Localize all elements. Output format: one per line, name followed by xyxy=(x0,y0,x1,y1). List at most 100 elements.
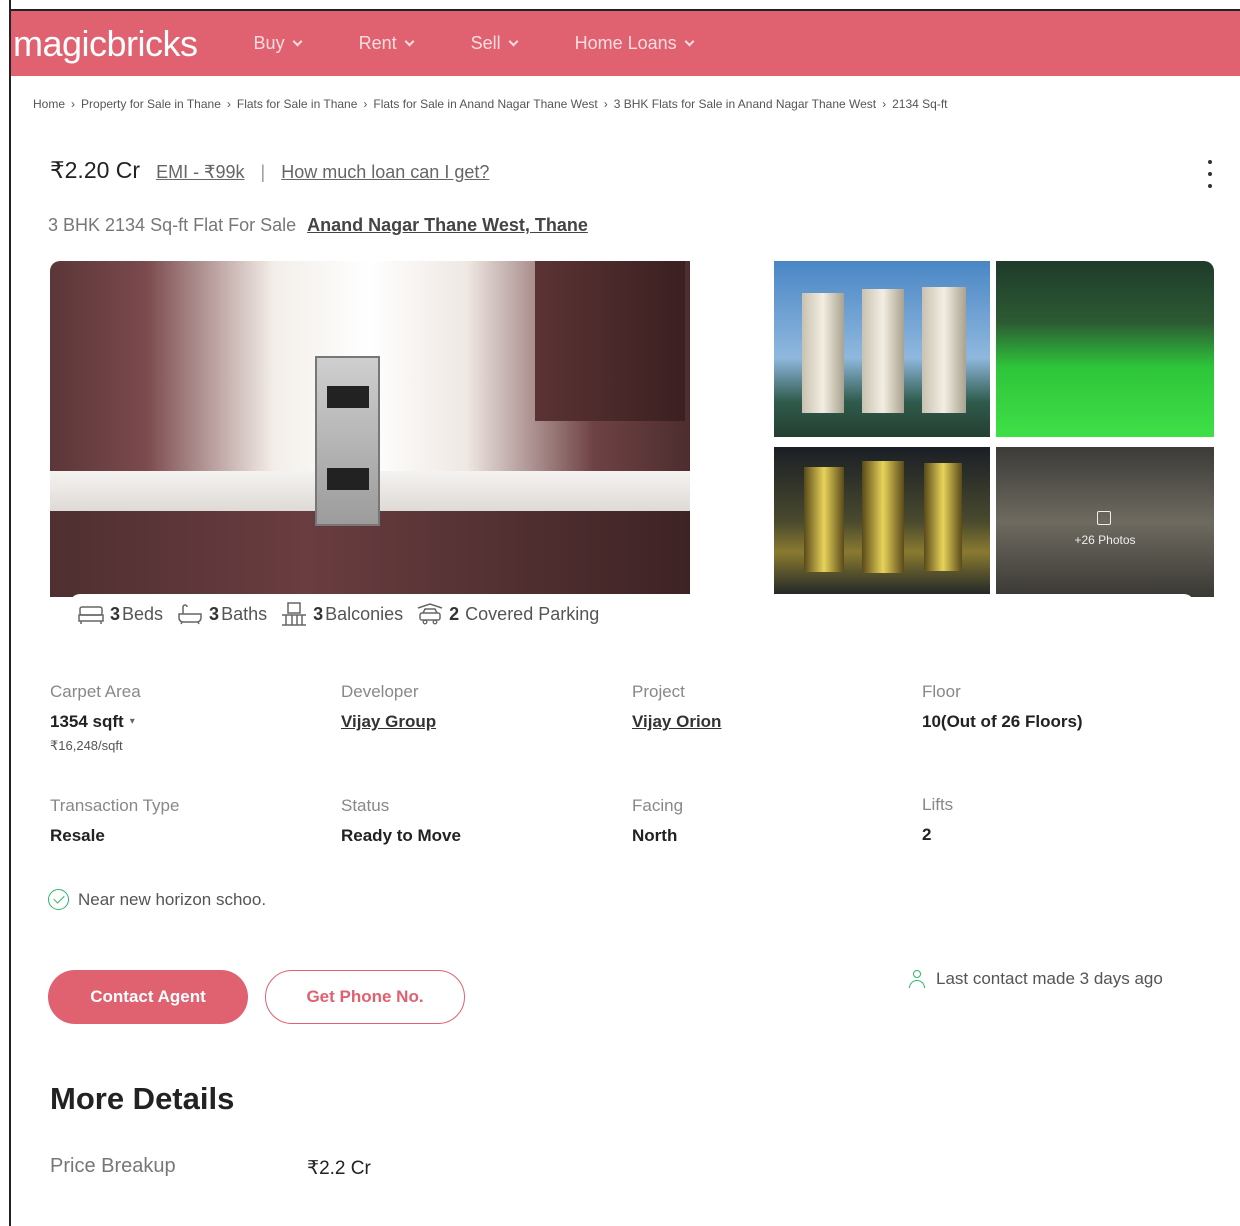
listing-location-link[interactable]: Anand Nagar Thane West, Thane xyxy=(307,215,588,235)
kitchen-cabinet-image xyxy=(535,261,685,421)
tower-image xyxy=(862,461,904,573)
breadcrumb-separator: › xyxy=(71,97,76,111)
breadcrumb-current: 2134 Sq-ft xyxy=(892,97,948,111)
tower-image xyxy=(922,287,966,413)
loan-eligibility-link[interactable]: How much loan can I get? xyxy=(281,162,489,183)
spec-label: Status xyxy=(341,796,390,815)
beds-info: 3 Beds xyxy=(78,603,163,625)
project-link[interactable]: Vijay Orion xyxy=(632,712,721,732)
person-icon xyxy=(908,969,926,989)
thumbnail-towers-day[interactable] xyxy=(774,261,990,437)
breadcrumb-separator: › xyxy=(882,97,887,111)
breadcrumb-flats-anand-nagar[interactable]: Flats for Sale in Anand Nagar Thane West xyxy=(373,97,597,111)
breadcrumb-separator: › xyxy=(363,97,368,111)
beds-count: 3 xyxy=(110,603,121,624)
breadcrumb-3bhk-flats[interactable]: 3 BHK Flats for Sale in Anand Nagar Than… xyxy=(614,97,876,111)
nav-home-loans[interactable]: Home Loans xyxy=(574,33,695,54)
spec-developer: Developer Vijay Group xyxy=(341,682,436,732)
nav-home-loans-label: Home Loans xyxy=(574,33,677,53)
photo-icon xyxy=(1097,511,1111,525)
nav-buy-label: Buy xyxy=(253,33,285,53)
spec-label: Transaction Type xyxy=(50,796,180,815)
contact-agent-button[interactable]: Contact Agent xyxy=(48,970,248,1024)
spec-label: Project xyxy=(632,682,685,701)
thumbnail-towers-night[interactable] xyxy=(774,447,990,597)
nav-buy[interactable]: Buy xyxy=(253,33,303,54)
parking-info: 2 Covered Parking xyxy=(417,603,599,625)
bathtub-icon xyxy=(177,603,203,625)
nav-sell-label: Sell xyxy=(470,33,501,53)
spec-floor: Floor 10(Out of 26 Floors) xyxy=(922,682,1083,732)
thumbnail-more-photos[interactable]: +26 Photos xyxy=(996,447,1214,597)
spec-label: Floor xyxy=(922,682,961,701)
page-border-left xyxy=(9,0,11,1226)
price-breakup-label: Price Breakup xyxy=(50,1155,176,1177)
spec-value: 10(Out of 26 Floors) xyxy=(922,712,1083,731)
chevron-down-icon xyxy=(508,36,519,47)
price-per-sqft: ₹16,248/sqft xyxy=(50,738,123,753)
more-details-heading: More Details xyxy=(50,1081,235,1116)
last-contact-info: Last contact made 3 days ago xyxy=(908,969,1163,989)
nav-menu: Buy Rent Sell Home Loans xyxy=(254,33,751,54)
chevron-down-icon xyxy=(404,36,415,47)
balconies-label: Balconies xyxy=(325,603,404,624)
parking-label: Covered Parking xyxy=(465,603,600,624)
photo-gallery: +26 Photos xyxy=(50,261,1214,627)
highlight-text: Near new horizon schoo. xyxy=(78,889,267,909)
check-circle-icon xyxy=(48,889,69,910)
breadcrumb-separator: › xyxy=(603,97,608,111)
carpet-area-value[interactable]: 1354 sqft ▾ xyxy=(50,712,141,732)
thumbnail-pool[interactable] xyxy=(996,261,1214,437)
spec-label: Carpet Area xyxy=(50,682,141,701)
tower-image xyxy=(924,463,962,571)
spec-value: Ready to Move xyxy=(341,826,461,845)
breadcrumb-separator: › xyxy=(226,97,231,111)
balconies-count: 3 xyxy=(313,603,324,624)
emi-link[interactable]: EMI - ₹99k xyxy=(156,162,244,183)
balconies-info: 3 Balconies xyxy=(281,602,403,626)
spec-facing: Facing North xyxy=(632,796,683,846)
spec-carpet-area: Carpet Area 1354 sqft ▾ ₹16,248/sqft xyxy=(50,682,141,754)
listing-price: ₹2.20 Cr xyxy=(50,157,141,183)
car-icon xyxy=(417,603,443,625)
bed-icon xyxy=(78,603,104,625)
chevron-down-icon xyxy=(292,36,303,47)
listing-subtitle: 3 BHK 2134 Sq-ft Flat For Sale Anand Nag… xyxy=(48,215,588,236)
last-contact-text: Last contact made 3 days ago xyxy=(936,969,1163,988)
balcony-icon xyxy=(281,602,307,626)
spec-value: 2 xyxy=(922,825,932,844)
nav-rent-label: Rent xyxy=(358,33,397,53)
spec-label: Lifts xyxy=(922,795,954,814)
tower-image xyxy=(802,293,844,413)
developer-link[interactable]: Vijay Group xyxy=(341,712,436,732)
top-navbar: magicbricks Buy Rent Sell Home Loans xyxy=(11,11,1240,76)
magicbricks-logo[interactable]: magicbricks xyxy=(13,23,198,65)
beds-label: Beds xyxy=(122,603,164,624)
more-photos-count: +26 Photos xyxy=(1074,533,1136,547)
caret-down-icon: ▾ xyxy=(129,716,135,727)
baths-label: Baths xyxy=(221,603,268,624)
spec-value: 1354 sqft xyxy=(50,712,124,731)
kitchen-oven-image xyxy=(315,356,380,526)
spec-value: North xyxy=(632,826,678,845)
spec-project: Project Vijay Orion xyxy=(632,682,721,732)
more-options-icon[interactable] xyxy=(1202,160,1218,188)
get-phone-button[interactable]: Get Phone No. xyxy=(265,970,465,1024)
tower-image xyxy=(862,289,904,413)
breadcrumb-flats-thane[interactable]: Flats for Sale in Thane xyxy=(237,97,358,111)
parking-count: 2 xyxy=(449,603,460,624)
breadcrumb-property-thane[interactable]: Property for Sale in Thane xyxy=(81,97,221,111)
nav-sell[interactable]: Sell xyxy=(470,33,519,54)
nav-rent[interactable]: Rent xyxy=(358,33,415,54)
tower-image xyxy=(804,467,844,572)
breadcrumb-home[interactable]: Home xyxy=(33,97,65,111)
baths-info: 3 Baths xyxy=(177,603,267,625)
spec-label: Developer xyxy=(341,682,419,701)
amenities-strip: 3 Beds 3 Baths 3 Balconies 2 Covered Parking xyxy=(70,594,1194,634)
spec-value: Resale xyxy=(50,826,105,845)
divider: | xyxy=(260,162,266,182)
baths-count: 3 xyxy=(209,603,220,624)
chevron-down-icon xyxy=(684,36,695,47)
breadcrumb: Home › Property for Sale in Thane › Flats … xyxy=(33,97,948,111)
main-photo-kitchen[interactable] xyxy=(50,261,690,597)
